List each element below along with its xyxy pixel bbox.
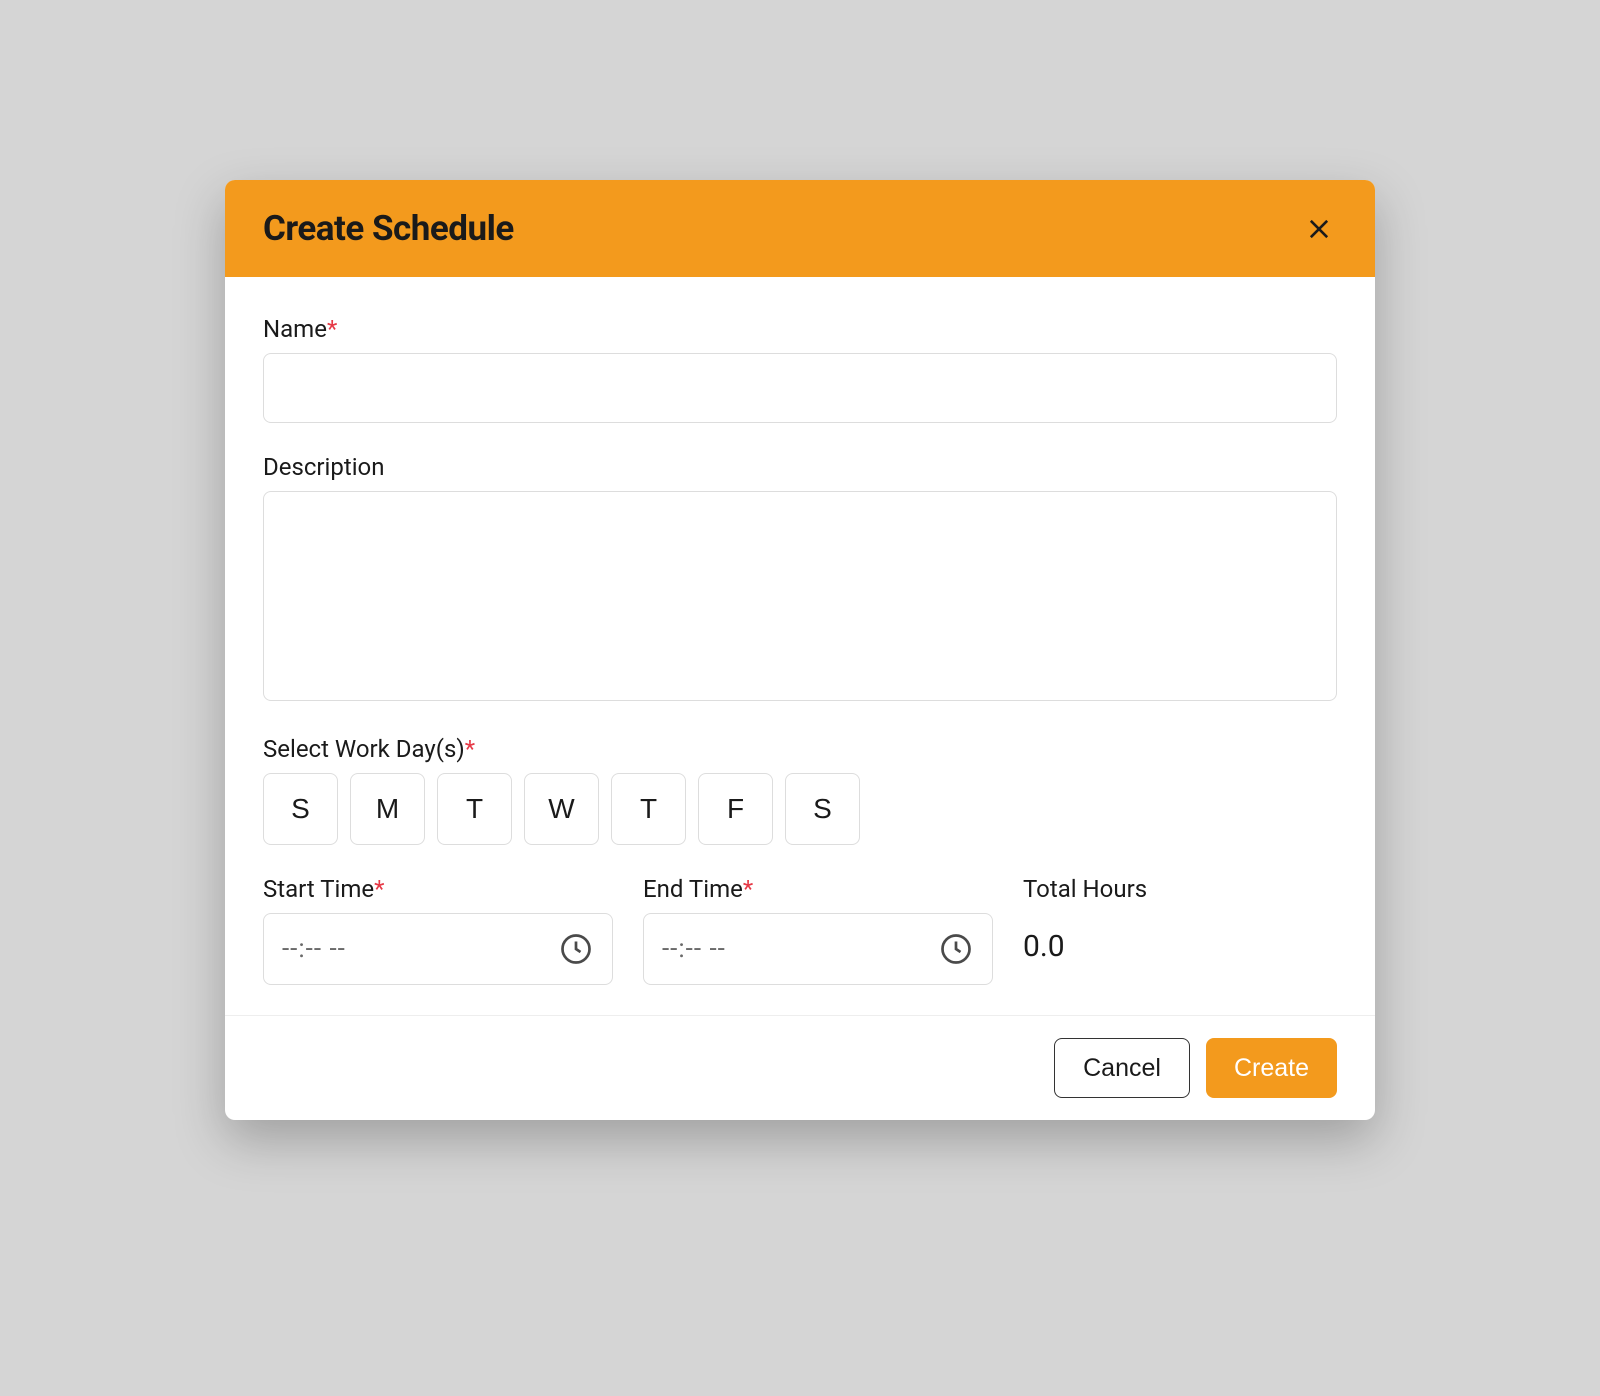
cancel-button[interactable]: Cancel xyxy=(1054,1038,1190,1098)
start-time-label: Start Time* xyxy=(263,875,613,903)
create-button[interactable]: Create xyxy=(1206,1038,1337,1098)
day-btn-tue[interactable]: T xyxy=(437,773,512,845)
name-group: Name* xyxy=(263,315,1337,423)
end-time-label-text: End Time xyxy=(643,875,743,903)
name-label-text: Name xyxy=(263,315,327,343)
modal-header: Create Schedule xyxy=(225,180,1375,277)
description-textarea[interactable] xyxy=(263,491,1337,701)
name-input[interactable] xyxy=(263,353,1337,423)
end-time-group: End Time* --:-- -- xyxy=(643,875,993,985)
clock-icon xyxy=(558,931,594,967)
day-btn-wed[interactable]: W xyxy=(524,773,599,845)
required-marker: * xyxy=(327,315,337,343)
description-group: Description xyxy=(263,453,1337,705)
start-time-placeholder: --:-- -- xyxy=(282,934,558,964)
day-btn-fri[interactable]: F xyxy=(698,773,773,845)
total-hours-group: Total Hours 0.0 xyxy=(1023,875,1337,985)
workdays-group: Select Work Day(s)* S M T W T F S xyxy=(263,735,1337,845)
workdays-label: Select Work Day(s)* xyxy=(263,735,1337,763)
clock-icon xyxy=(938,931,974,967)
name-label: Name* xyxy=(263,315,1337,343)
modal-footer: Cancel Create xyxy=(225,1015,1375,1120)
total-hours-label: Total Hours xyxy=(1023,875,1337,903)
required-marker: * xyxy=(743,875,753,903)
day-btn-sun[interactable]: S xyxy=(263,773,338,845)
modal-body: Name* Description Select Work Day(s)* S … xyxy=(225,277,1375,1015)
start-time-group: Start Time* --:-- -- xyxy=(263,875,613,985)
time-row: Start Time* --:-- -- End Time* --:-- -- xyxy=(263,875,1337,985)
required-marker: * xyxy=(465,735,475,763)
day-btn-sat[interactable]: S xyxy=(785,773,860,845)
workdays-label-text: Select Work Day(s) xyxy=(263,735,465,763)
end-time-label: End Time* xyxy=(643,875,993,903)
close-icon xyxy=(1305,215,1333,243)
days-row: S M T W T F S xyxy=(263,773,1337,845)
day-btn-thu[interactable]: T xyxy=(611,773,686,845)
create-schedule-modal: Create Schedule Name* Description Select… xyxy=(225,180,1375,1120)
day-btn-mon[interactable]: M xyxy=(350,773,425,845)
description-label: Description xyxy=(263,453,1337,481)
start-time-input[interactable]: --:-- -- xyxy=(263,913,613,985)
end-time-placeholder: --:-- -- xyxy=(662,934,938,964)
start-time-label-text: Start Time xyxy=(263,875,374,903)
modal-title: Create Schedule xyxy=(263,208,514,249)
end-time-input[interactable]: --:-- -- xyxy=(643,913,993,985)
required-marker: * xyxy=(374,875,384,903)
close-button[interactable] xyxy=(1301,211,1337,247)
total-hours-value: 0.0 xyxy=(1023,913,1337,964)
